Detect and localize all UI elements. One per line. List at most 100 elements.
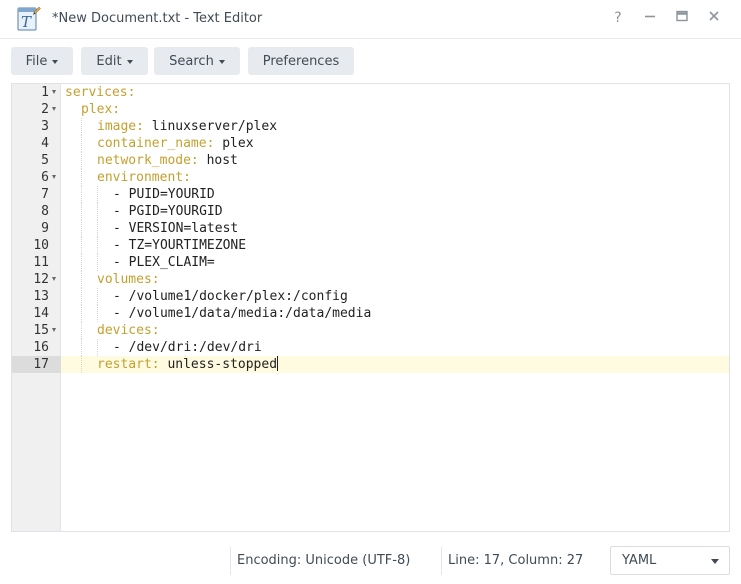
status-divider xyxy=(230,547,231,575)
code-text: services: xyxy=(65,84,135,101)
line-number: 7 xyxy=(41,187,49,202)
editor-line[interactable]: 15 devices: xyxy=(12,322,729,339)
status-divider xyxy=(441,547,442,575)
yaml-key: devices: xyxy=(97,323,160,338)
help-icon: ? xyxy=(614,10,622,26)
maximize-button[interactable] xyxy=(672,8,692,28)
search-menu-button[interactable]: Search xyxy=(154,47,240,75)
text-editor-app-icon: T xyxy=(17,6,41,32)
indent-guide xyxy=(97,203,98,220)
yaml-value: - /volume1/docker/plex:/config xyxy=(113,289,348,304)
yaml-value: - PUID=YOURID xyxy=(113,187,215,202)
code-text: - /volume1/data/media:/data/media xyxy=(113,305,371,322)
cursor-position-status: Line: 17, Column: 27 xyxy=(448,553,584,568)
editor-line[interactable]: 7 - PUID=YOURID xyxy=(12,186,729,203)
code-editor[interactable]: 1 services: 2 plex: 3 image: linuxserver/plex… xyxy=(11,83,730,532)
editor-line[interactable]: 16 - /dev/dri:/dev/dri xyxy=(12,339,729,356)
code-text: network_mode: host xyxy=(97,152,238,169)
editor-line[interactable]: 3 image: linuxserver/plex xyxy=(12,118,729,135)
line-number: 17 xyxy=(33,357,49,372)
editor-line[interactable]: 11 - PLEX_CLAIM= xyxy=(12,254,729,271)
toolbar: File Edit Search Preferences xyxy=(0,47,741,75)
code-text: - TZ=YOURTIMEZONE xyxy=(113,237,246,254)
code-text: - PGID=YOURGID xyxy=(113,203,223,220)
indent-guide xyxy=(81,305,82,322)
yaml-key: network_mode: xyxy=(97,153,199,168)
indent-guide xyxy=(97,288,98,305)
yaml-value: - PGID=YOURGID xyxy=(113,204,223,219)
indent-guide xyxy=(81,356,82,373)
help-button[interactable]: ? xyxy=(608,8,628,28)
edit-menu-button[interactable]: Edit xyxy=(81,47,148,75)
indent-guide xyxy=(81,118,82,135)
indent-guide xyxy=(97,339,98,356)
fold-arrow-icon[interactable] xyxy=(52,175,56,179)
yaml-value: unless-stopped xyxy=(159,357,278,372)
language-select[interactable]: YAML xyxy=(610,546,730,575)
yaml-value: - PLEX_CLAIM= xyxy=(113,255,215,270)
fold-arrow-icon[interactable] xyxy=(52,90,56,94)
line-number: 6 xyxy=(41,170,49,185)
line-number: 4 xyxy=(41,136,49,151)
editor-line[interactable]: 13 - /volume1/docker/plex:/config xyxy=(12,288,729,305)
code-text: volumes: xyxy=(97,271,160,288)
encoding-status[interactable]: Encoding: Unicode (UTF-8) xyxy=(237,553,410,568)
caret-down-icon xyxy=(52,59,59,64)
search-menu-label: Search xyxy=(169,53,214,69)
text-editor-window: T *New Document.txt - Text Editor ? File… xyxy=(0,0,741,584)
yaml-key: volumes: xyxy=(97,272,160,287)
code-text: - PUID=YOURID xyxy=(113,186,215,203)
indent-guide xyxy=(97,254,98,271)
line-number: 15 xyxy=(33,323,49,338)
line-number: 1 xyxy=(41,85,49,100)
title-bar: T *New Document.txt - Text Editor ? xyxy=(0,0,741,39)
yaml-value: plex xyxy=(214,136,254,151)
indent-guide xyxy=(81,169,82,186)
line-number: 10 xyxy=(33,238,49,253)
yaml-key: environment: xyxy=(97,170,191,185)
preferences-button[interactable]: Preferences xyxy=(248,47,354,75)
close-button[interactable] xyxy=(704,8,724,28)
editor-line[interactable]: 4 container_name: plex xyxy=(12,135,729,152)
line-number: 2 xyxy=(41,102,49,117)
file-menu-button[interactable]: File xyxy=(11,47,73,75)
caret-down-icon xyxy=(218,59,225,64)
fold-arrow-icon[interactable] xyxy=(52,328,56,332)
edit-menu-label: Edit xyxy=(96,53,122,69)
editor-line[interactable]: 10 - TZ=YOURTIMEZONE xyxy=(12,237,729,254)
chevron-down-icon xyxy=(711,559,719,564)
preferences-label: Preferences xyxy=(262,53,340,69)
yaml-key: container_name: xyxy=(97,136,215,151)
indent-guide xyxy=(97,237,98,254)
code-text: container_name: plex xyxy=(97,135,254,152)
status-bar: Encoding: Unicode (UTF-8) Line: 17, Colu… xyxy=(0,544,741,576)
minimize-button[interactable] xyxy=(640,8,660,28)
fold-arrow-icon[interactable] xyxy=(52,277,56,281)
indent-guide xyxy=(81,186,82,203)
yaml-value: - VERSION=latest xyxy=(113,221,239,236)
editor-line[interactable]: 12 volumes: xyxy=(12,271,729,288)
language-select-value: YAML xyxy=(622,553,657,568)
editor-line[interactable]: 6 environment: xyxy=(12,169,729,186)
line-number: 8 xyxy=(41,204,49,219)
fold-arrow-icon[interactable] xyxy=(52,107,56,111)
editor-line[interactable]: 1 services: xyxy=(12,84,729,101)
line-number: 11 xyxy=(33,255,49,270)
editor-line[interactable]: 17 restart: unless-stopped xyxy=(12,356,729,373)
line-number: 3 xyxy=(41,119,49,134)
yaml-value: host xyxy=(198,153,238,168)
code-text: - VERSION=latest xyxy=(113,220,238,237)
editor-line[interactable]: 2 plex: xyxy=(12,101,729,118)
editor-line[interactable]: 14 - /volume1/data/media:/data/media xyxy=(12,305,729,322)
code-text: plex: xyxy=(81,101,120,118)
editor-line[interactable]: 9 - VERSION=latest xyxy=(12,220,729,237)
editor-line[interactable]: 5 network_mode: host xyxy=(12,152,729,169)
yaml-value: - TZ=YOURTIMEZONE xyxy=(113,238,247,253)
indent-guide xyxy=(97,220,98,237)
indent-guide xyxy=(81,271,82,288)
text-cursor xyxy=(277,356,279,371)
line-number: 16 xyxy=(33,340,49,355)
code-text: image: linuxserver/plex xyxy=(97,118,277,135)
editor-line[interactable]: 8 - PGID=YOURGID xyxy=(12,203,729,220)
line-number: 14 xyxy=(33,306,49,321)
